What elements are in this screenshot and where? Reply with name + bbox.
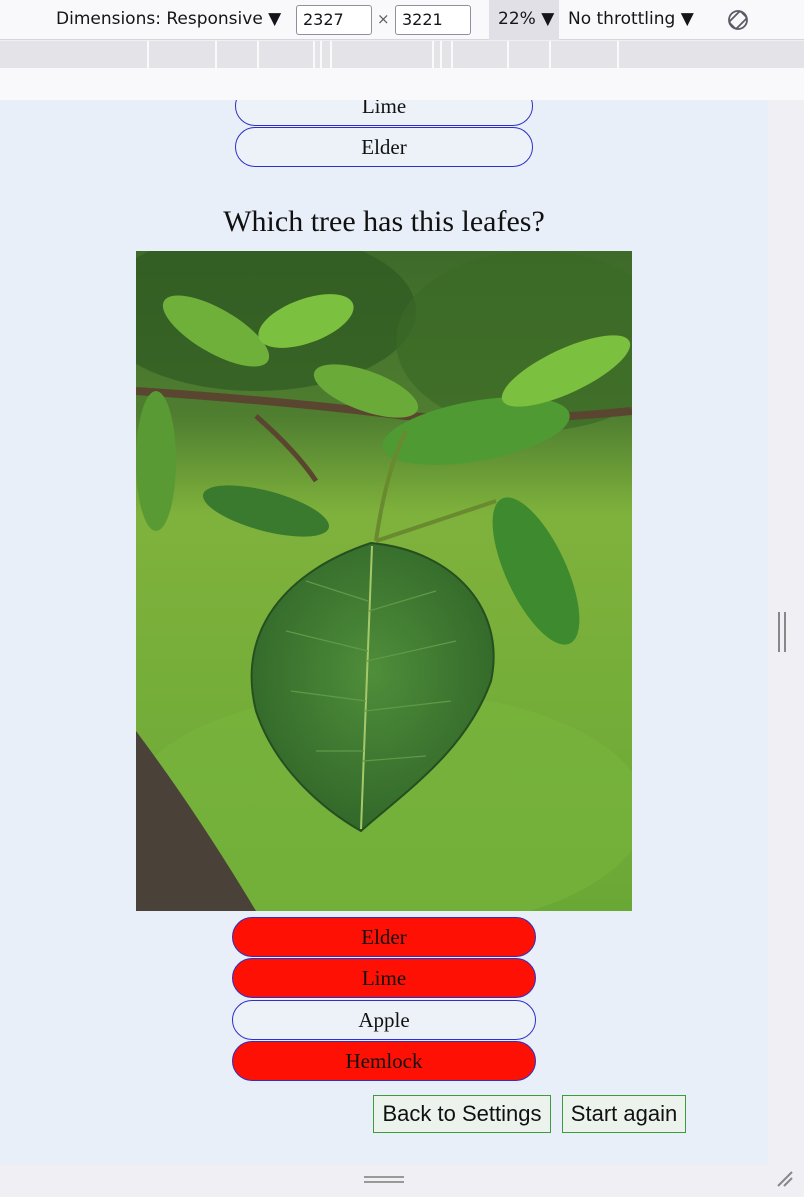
start-again-button[interactable]: Start again [562,1095,686,1133]
responsive-toolbar: Dimensions: Responsive ▼ 2327 × 3221 22%… [0,0,804,40]
media-query-ruler [0,41,804,68]
height-input[interactable]: 3221 [395,5,471,35]
option-apple[interactable]: Apple [232,1000,536,1040]
times-symbol: × [377,10,390,28]
option-elder[interactable]: Elder [232,917,536,957]
resize-corner-icon[interactable] [774,1168,794,1188]
rotate-icon[interactable] [726,8,750,32]
back-to-settings-button[interactable]: Back to Settings [373,1095,551,1133]
option-hemlock[interactable]: Hemlock [232,1041,536,1081]
option-lime[interactable]: Lime [232,958,536,998]
dimensions-select[interactable]: Dimensions: Responsive ▼ [56,0,281,40]
throttling-select[interactable]: No throttling ▼ [568,0,694,40]
width-input[interactable]: 2327 [296,5,372,35]
page-viewport: Lime Elder Which tree has this leafes? E… [0,100,768,1165]
question-title: Which tree has this leafes? [223,205,545,238]
zoom-select[interactable]: 22% ▼ [489,0,559,40]
apple-leaf-photo [136,251,632,911]
prev-option-elder[interactable]: Elder [235,127,533,167]
vertical-resize-grip[interactable] [778,612,786,652]
prev-option-lime[interactable]: Lime [235,100,533,126]
horizontal-resize-grip[interactable] [364,1176,404,1183]
